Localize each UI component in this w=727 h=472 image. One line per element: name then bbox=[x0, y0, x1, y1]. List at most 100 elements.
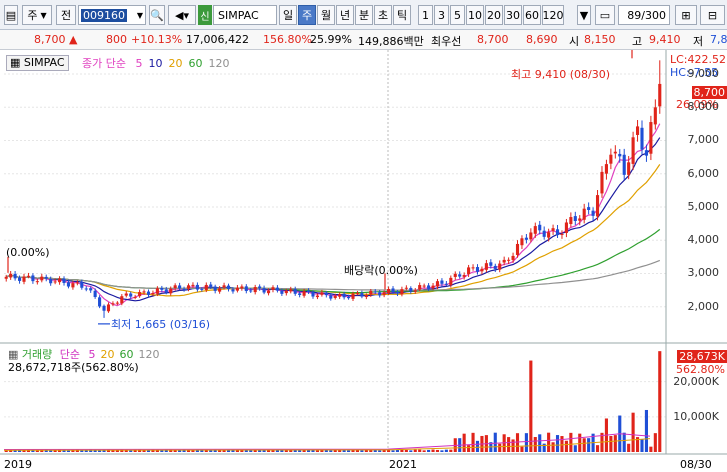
chevron-down-icon[interactable]: ▼ bbox=[577, 5, 591, 25]
count-button[interactable]: 1 bbox=[418, 5, 433, 25]
volume-bar bbox=[315, 450, 319, 452]
candle-body bbox=[160, 287, 164, 290]
candle-body bbox=[422, 285, 426, 287]
count-button[interactable]: 10 bbox=[466, 5, 484, 25]
candle-body bbox=[595, 195, 600, 217]
volume-bar bbox=[640, 439, 644, 452]
candle-body bbox=[218, 288, 222, 292]
period-button[interactable]: 초 bbox=[374, 5, 392, 25]
ma-legend-item: 120 bbox=[208, 57, 230, 70]
period-button[interactable]: 분 bbox=[355, 5, 373, 25]
volume-bar bbox=[520, 446, 524, 452]
count-button[interactable]: 30 bbox=[504, 5, 522, 25]
volume-bar bbox=[507, 437, 511, 452]
candle-body bbox=[253, 287, 257, 293]
count-button[interactable]: 20 bbox=[485, 5, 503, 25]
candle-body bbox=[600, 171, 604, 194]
period-button[interactable]: 월 bbox=[317, 5, 335, 25]
candle-body bbox=[102, 305, 106, 311]
chart[interactable] bbox=[0, 50, 727, 472]
candle-body bbox=[209, 284, 213, 287]
volume-bar bbox=[524, 433, 528, 452]
candle-body bbox=[471, 267, 475, 269]
candle-body bbox=[507, 259, 511, 261]
period-button[interactable]: 주 bbox=[298, 5, 316, 25]
candle-body bbox=[627, 162, 631, 175]
volume-bar bbox=[498, 443, 502, 452]
volume-bar bbox=[613, 435, 617, 452]
volume-ratio: 156.80% bbox=[263, 33, 312, 46]
period-button[interactable]: 년 bbox=[336, 5, 354, 25]
compare-icon[interactable]: ⊞ bbox=[675, 5, 697, 25]
candle-body bbox=[200, 288, 204, 290]
market-select[interactable]: 주 ▼ bbox=[22, 5, 52, 25]
ask-price: 8,690 bbox=[526, 33, 558, 46]
ma-legend[interactable]: 종가 단순 5 10 20 60 120 bbox=[82, 55, 229, 71]
stock-legend[interactable]: ▦ SIMPAC bbox=[6, 55, 69, 71]
page-counter[interactable]: 89/300 bbox=[618, 5, 670, 25]
volume-bar bbox=[418, 449, 422, 452]
count-button[interactable]: 60 bbox=[523, 5, 541, 25]
volume-bar bbox=[529, 360, 533, 452]
candle-body bbox=[164, 289, 168, 293]
count-button[interactable]: 3 bbox=[434, 5, 449, 25]
volume-bar bbox=[347, 450, 351, 452]
candle-body bbox=[373, 291, 377, 293]
menu-icon[interactable]: ▤ bbox=[4, 5, 18, 25]
volume-bar bbox=[644, 409, 648, 452]
volume-bar bbox=[409, 450, 413, 452]
volume-bar bbox=[658, 351, 662, 452]
candle-body bbox=[418, 285, 422, 290]
candle-body bbox=[49, 279, 53, 284]
volume-bar bbox=[160, 450, 164, 452]
candle-body bbox=[413, 290, 417, 292]
count-button[interactable]: 5 bbox=[450, 5, 465, 25]
candle-body bbox=[262, 288, 266, 293]
candle-body bbox=[53, 281, 57, 283]
options-icon[interactable]: ▭ bbox=[595, 5, 615, 25]
volume-bar bbox=[467, 445, 471, 452]
candle-body bbox=[133, 296, 137, 298]
volume-bar bbox=[35, 450, 39, 452]
volume-bar bbox=[511, 439, 515, 452]
change-pct: +10.13% bbox=[131, 33, 183, 46]
volume-bar bbox=[266, 450, 271, 452]
open-price: 8,150 bbox=[584, 33, 616, 46]
candle-body bbox=[311, 292, 315, 297]
candle-body bbox=[391, 288, 395, 293]
ma-legend-item: 5 bbox=[135, 57, 143, 70]
period-button[interactable]: 일 bbox=[279, 5, 297, 25]
candle-body bbox=[431, 285, 435, 289]
candle-body bbox=[302, 291, 306, 296]
jeon-button[interactable]: 전 bbox=[56, 5, 76, 25]
candle-body bbox=[280, 290, 284, 294]
candle-body bbox=[66, 282, 71, 287]
candle-body bbox=[515, 243, 520, 255]
sound-icon[interactable]: ◀▾ bbox=[168, 5, 196, 25]
price-y-tick: 5,000 bbox=[687, 199, 720, 213]
candle-body bbox=[395, 291, 400, 294]
candle-body bbox=[404, 287, 408, 289]
code-input[interactable]: 009160 ▼ bbox=[78, 5, 146, 25]
candle-body bbox=[115, 302, 119, 304]
tools-icon[interactable]: ⊟ bbox=[700, 5, 725, 25]
candle-body bbox=[458, 274, 462, 277]
candle-body bbox=[31, 275, 35, 282]
market-label: 주 bbox=[27, 9, 38, 22]
price-y-tick: 2,000 bbox=[687, 299, 720, 313]
candle-body bbox=[106, 304, 111, 312]
count-button[interactable]: 120 bbox=[542, 5, 564, 25]
candle-body bbox=[547, 232, 551, 238]
search-icon[interactable]: 🔍 bbox=[149, 5, 165, 25]
volume-bar bbox=[569, 432, 573, 452]
candle-body bbox=[129, 293, 133, 297]
candle-body bbox=[71, 283, 75, 288]
toolbar: ▤ 주 ▼ 전 009160 ▼ 🔍 ◀▾ 신 SIMPAC 일주월년분초틱 1… bbox=[0, 0, 727, 30]
volume-bar bbox=[435, 449, 440, 452]
volume-bar bbox=[551, 442, 555, 452]
candle-body bbox=[551, 228, 555, 231]
period-button[interactable]: 틱 bbox=[393, 5, 411, 25]
candle-body bbox=[635, 126, 640, 135]
stock-name-field[interactable]: SIMPAC bbox=[213, 5, 277, 25]
volume-y-tick: 20,000K bbox=[673, 374, 719, 388]
